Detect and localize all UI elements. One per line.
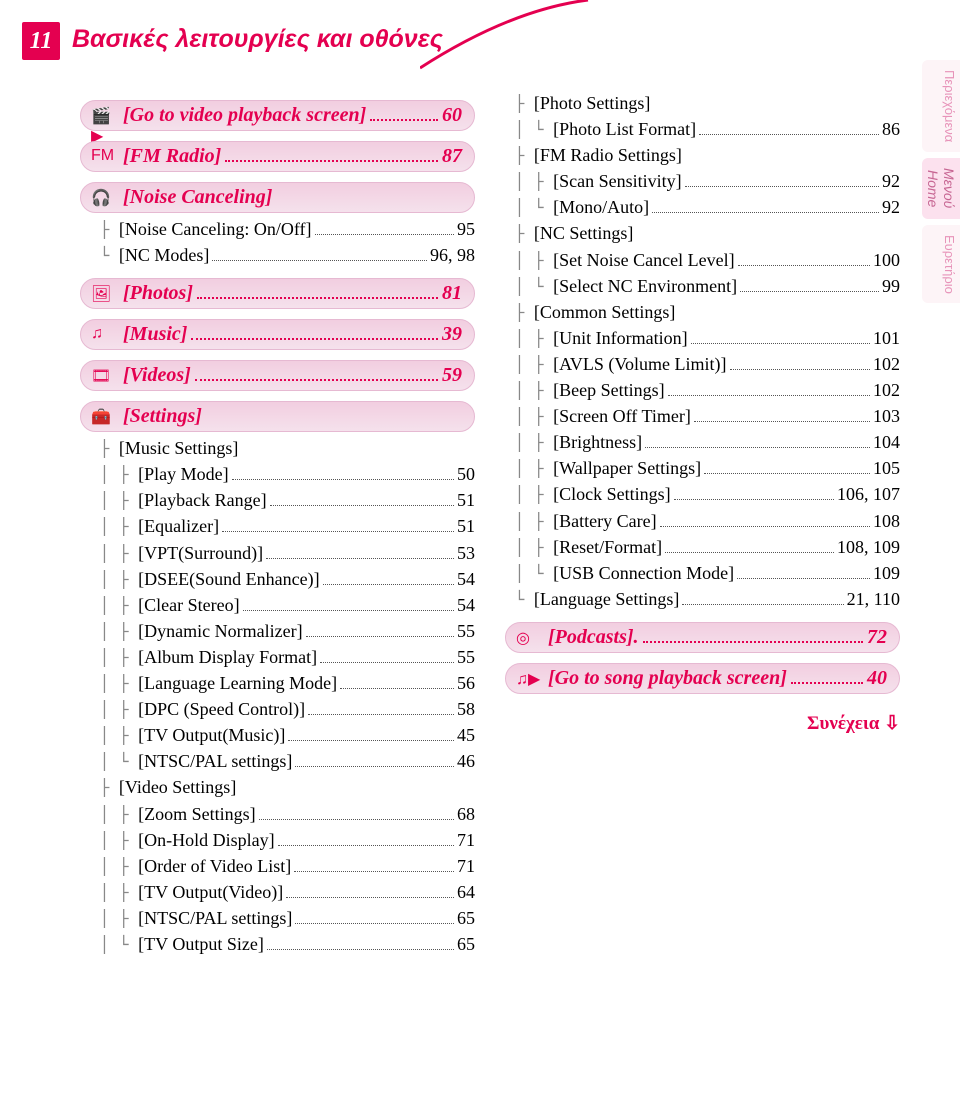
toc-row[interactable]: │ ├ [Wallpaper Settings]105 bbox=[505, 455, 900, 481]
toc-row[interactable]: │ ├ [DPC (Speed Control)]58 bbox=[90, 696, 475, 722]
toc-row[interactable]: │ ├ [TV Output(Video)]64 bbox=[90, 879, 475, 905]
photo-settings-header: [Photo Settings] bbox=[534, 90, 651, 116]
decorative-swirl bbox=[420, 0, 590, 70]
photos-icon: 🖼 bbox=[91, 284, 115, 302]
toc-row[interactable]: │ ├ [Order of Video List]71 bbox=[90, 853, 475, 879]
nc-settings-header: [NC Settings] bbox=[534, 220, 634, 246]
manual-page: 11 Βασικές λειτουργίες και οθόνες Περιεχ… bbox=[0, 0, 960, 1120]
music-settings-header: [Music Settings] bbox=[119, 435, 239, 461]
nc-tree: ├ [Noise Canceling: On/Off]95 └ [NC Mode… bbox=[90, 216, 475, 268]
music-entry[interactable]: ♫ [Music]39 bbox=[80, 319, 475, 350]
toc-row[interactable]: │ ├ [NTSC/PAL settings]65 bbox=[90, 905, 475, 931]
toc-row[interactable]: │ ├ [Set Noise Cancel Level]100 bbox=[505, 247, 900, 273]
fm-icon: FM bbox=[91, 147, 115, 165]
toc-row[interactable]: │ ├ [Dynamic Normalizer]55 bbox=[90, 618, 475, 644]
fm-radio-entry[interactable]: FM [FM Radio]87 bbox=[80, 141, 475, 172]
music-icon: ♫ bbox=[91, 325, 115, 343]
toc-row[interactable]: │ └ [Photo List Format]86 bbox=[505, 116, 900, 142]
podcast-icon: ◎ bbox=[516, 628, 540, 646]
toc-row[interactable]: │ ├ [Equalizer]51 bbox=[90, 513, 475, 539]
tab-contents[interactable]: Περιεχόμενα bbox=[922, 60, 960, 152]
video-settings-header: [Video Settings] bbox=[119, 774, 236, 800]
toc-row[interactable]: │ ├ [Battery Care]108 bbox=[505, 508, 900, 534]
toc-row[interactable]: ├ [Noise Canceling: On/Off]95 bbox=[90, 216, 475, 242]
song-icon: ♫▶ bbox=[516, 669, 540, 687]
toc-row[interactable]: │ ├ [Zoom Settings]68 bbox=[90, 801, 475, 827]
tab-index[interactable]: Ευρετήριο bbox=[922, 225, 960, 304]
settings-icon: 🧰 bbox=[91, 407, 115, 425]
video-playback-entry[interactable]: 🎬▶ [Go to video playback screen]60 bbox=[80, 100, 475, 131]
continued-indicator: Συνέχεια ⇩ bbox=[505, 712, 900, 735]
toc-row[interactable]: │ ├ [Language Learning Mode]56 bbox=[90, 670, 475, 696]
toc-row[interactable]: └ [Language Settings]21, 110 bbox=[505, 586, 900, 612]
settings-tree: ├ [Music Settings] │ ├ [Play Mode]50 │ ├… bbox=[90, 435, 475, 957]
common-settings-header: [Common Settings] bbox=[534, 299, 676, 325]
settings-entry[interactable]: 🧰 [Settings] bbox=[80, 401, 475, 432]
photos-entry[interactable]: 🖼 [Photos]81 bbox=[80, 278, 475, 309]
videos-entry[interactable]: 🎞 [Videos]59 bbox=[80, 360, 475, 391]
left-column: 🎬▶ [Go to video playback screen]60 FM [F… bbox=[80, 90, 475, 957]
podcasts-entry[interactable]: ◎ [Podcasts].72 bbox=[505, 622, 900, 653]
toc-row[interactable]: │ ├ [Playback Range]51 bbox=[90, 487, 475, 513]
toc-row[interactable]: │ ├ [Beep Settings]102 bbox=[505, 377, 900, 403]
toc-row[interactable]: │ ├ [Clock Settings]106, 107 bbox=[505, 481, 900, 507]
noise-canceling-entry[interactable]: 🎧 [Noise Canceling] bbox=[80, 182, 475, 213]
toc-row[interactable]: │ ├ [Unit Information]101 bbox=[505, 325, 900, 351]
tab-home-menu[interactable]: ΜενούHome bbox=[922, 158, 960, 218]
toc-row[interactable]: │ ├ [Album Display Format]55 bbox=[90, 644, 475, 670]
toc-row[interactable]: │ ├ [Brightness]104 bbox=[505, 429, 900, 455]
page-number-badge: 11 bbox=[22, 22, 60, 60]
toc-row[interactable]: │ ├ [Scan Sensitivity]92 bbox=[505, 168, 900, 194]
toc-row[interactable]: │ └ [TV Output Size]65 bbox=[90, 931, 475, 957]
video-icon: 🎬▶ bbox=[91, 106, 115, 124]
nc-icon: 🎧 bbox=[91, 188, 115, 206]
toc-row[interactable]: │ └ [Mono/Auto]92 bbox=[505, 194, 900, 220]
page-title: Βασικές λειτουργίες και οθόνες bbox=[72, 25, 443, 54]
toc-row[interactable]: └ [NC Modes]96, 98 bbox=[90, 242, 475, 268]
toc-row[interactable]: │ ├ [Clear Stereo]54 bbox=[90, 592, 475, 618]
song-playback-entry[interactable]: ♫▶ [Go to song playback screen]40 bbox=[505, 663, 900, 694]
toc-row[interactable]: │ └ [USB Connection Mode]109 bbox=[505, 560, 900, 586]
toc-row[interactable]: │ ├ [Play Mode]50 bbox=[90, 461, 475, 487]
videos-icon: 🎞 bbox=[91, 366, 115, 384]
toc-row[interactable]: │ ├ [On-Hold Display]71 bbox=[90, 827, 475, 853]
toc-row[interactable]: │ └ [NTSC/PAL settings]46 bbox=[90, 748, 475, 774]
toc-row[interactable]: │ ├ [Reset/Format]108, 109 bbox=[505, 534, 900, 560]
toc-row[interactable]: │ ├ [TV Output(Music)]45 bbox=[90, 722, 475, 748]
right-column: ├ [Photo Settings] │ └ [Photo List Forma… bbox=[505, 90, 900, 957]
toc-row[interactable]: │ ├ [VPT(Surround)]53 bbox=[90, 540, 475, 566]
toc-row[interactable]: │ ├ [DSEE(Sound Enhance)]54 bbox=[90, 566, 475, 592]
fm-settings-header: [FM Radio Settings] bbox=[534, 142, 682, 168]
toc-row[interactable]: │ ├ [Screen Off Timer]103 bbox=[505, 403, 900, 429]
side-tabs: Περιεχόμενα ΜενούHome Ευρετήριο bbox=[922, 60, 960, 303]
toc-row[interactable]: │ ├ [AVLS (Volume Limit)]102 bbox=[505, 351, 900, 377]
toc-row[interactable]: │ └ [Select NC Environment]99 bbox=[505, 273, 900, 299]
